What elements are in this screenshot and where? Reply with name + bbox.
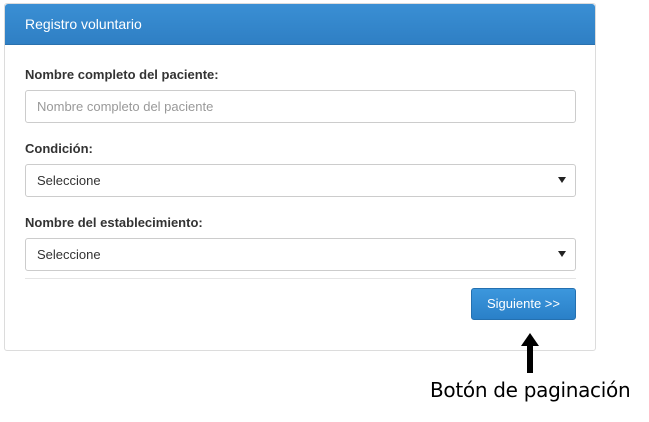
up-arrow-icon <box>521 333 539 373</box>
condition-label: Condición: <box>25 141 93 156</box>
establishment-label: Nombre del establecimiento: <box>25 215 203 230</box>
panel-title: Registro voluntario <box>5 4 595 45</box>
next-page-button[interactable]: Siguiente >> <box>471 288 576 320</box>
registration-panel: Registro voluntario Nombre completo del … <box>4 3 596 351</box>
establishment-selected-value: Seleccione <box>37 247 101 262</box>
patient-name-label: Nombre completo del paciente: <box>25 67 219 82</box>
patient-name-input[interactable] <box>25 90 576 123</box>
pagination-button-annotation: Botón de paginación <box>430 378 631 402</box>
establishment-select[interactable]: Seleccione <box>25 238 576 271</box>
caret-down-icon <box>558 251 566 257</box>
form-divider <box>25 278 576 279</box>
caret-down-icon <box>558 177 566 183</box>
condition-selected-value: Seleccione <box>37 173 101 188</box>
condition-select[interactable]: Seleccione <box>25 164 576 197</box>
